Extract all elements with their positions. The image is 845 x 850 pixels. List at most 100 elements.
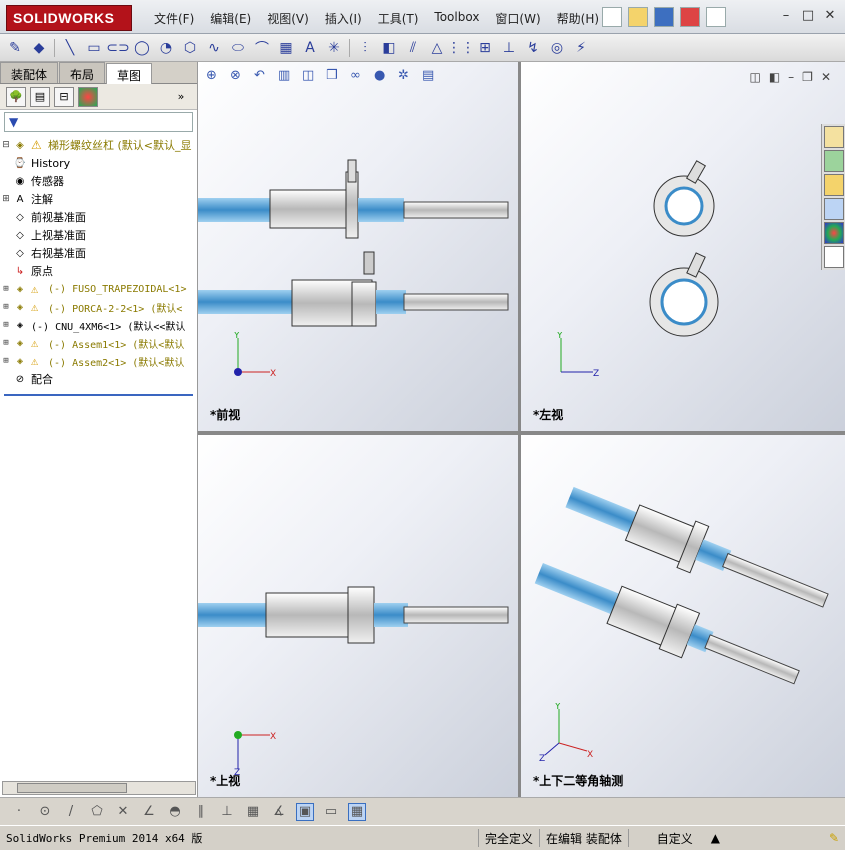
zoom-to-fit-icon[interactable]: ⊕ bbox=[206, 68, 224, 86]
tab-sketch[interactable]: 草图 bbox=[106, 63, 153, 84]
link-views-icon[interactable]: ◫ bbox=[749, 70, 760, 84]
open-folder-icon[interactable] bbox=[628, 7, 648, 27]
expand-icon[interactable]: ⊞ bbox=[0, 194, 12, 204]
menu-help[interactable]: 帮助(H) bbox=[549, 8, 607, 29]
tree-item-cnu[interactable]: ⊞ ◈ (-) CNU_4XM6<1> (默认<<默认 bbox=[0, 316, 197, 334]
feature-tree-icon[interactable]: 🌳 bbox=[6, 86, 26, 107]
new-document-icon[interactable] bbox=[602, 7, 622, 27]
menu-tools[interactable]: 工具(T) bbox=[370, 8, 427, 29]
home-icon[interactable] bbox=[824, 126, 844, 148]
tree-item-right-plane[interactable]: ◇ 右视基准面 bbox=[0, 244, 197, 262]
arc-icon[interactable]: ◔ bbox=[157, 39, 175, 57]
section-view-icon[interactable]: ▥ bbox=[278, 68, 296, 86]
quadrant-icon[interactable]: ◓ bbox=[166, 803, 184, 821]
line-icon[interactable]: ╲ bbox=[61, 39, 79, 57]
rapid-sketch-icon[interactable]: ⚡ bbox=[572, 39, 590, 57]
viewport-horizontal-splitter[interactable] bbox=[198, 431, 845, 435]
slot-icon[interactable]: ⊂⊃ bbox=[106, 39, 129, 57]
viewport-left[interactable]: YZ *左视 bbox=[521, 62, 845, 431]
expand-icon[interactable]: ⊞ bbox=[0, 302, 12, 312]
viewport-vertical-splitter[interactable] bbox=[518, 62, 521, 797]
tree-rollback-bar[interactable] bbox=[4, 394, 193, 396]
design-library-icon[interactable] bbox=[824, 150, 844, 172]
repair-icon[interactable]: ↯ bbox=[524, 39, 542, 57]
previous-view-icon[interactable]: ↶ bbox=[254, 68, 272, 86]
help-icon[interactable] bbox=[706, 7, 726, 27]
menu-window[interactable]: 窗口(W) bbox=[487, 8, 548, 29]
quick-snaps-icon[interactable]: ◎ bbox=[548, 39, 566, 57]
point-icon[interactable]: ✳ bbox=[325, 39, 343, 57]
parallel-icon[interactable]: ∥ bbox=[192, 803, 210, 821]
polygon-icon[interactable]: ⬡ bbox=[181, 39, 199, 57]
tree-item-porca[interactable]: ⊞ ◈ ⚠ (-) PORCA-2-2<1> (默认< bbox=[0, 298, 197, 316]
expand-icon[interactable]: ⊞ bbox=[0, 320, 12, 330]
tree-item-top-plane[interactable]: ◇ 上视基准面 bbox=[0, 226, 197, 244]
tile-views-icon[interactable]: ◧ bbox=[769, 70, 780, 84]
solidworks-logo[interactable]: SOLIDWORKS bbox=[6, 5, 132, 31]
relations-icon[interactable]: ⊥ bbox=[500, 39, 518, 57]
custom-properties-icon[interactable] bbox=[824, 246, 844, 268]
restore-icon[interactable]: □ bbox=[799, 8, 817, 24]
single-view-icon[interactable]: ▭ bbox=[322, 803, 340, 821]
expand-panel-icon[interactable]: » bbox=[171, 87, 191, 107]
menu-toolbox[interactable]: Toolbox bbox=[426, 8, 487, 29]
circle-icon[interactable]: ◯ bbox=[133, 39, 151, 57]
display-style-icon[interactable]: ❒ bbox=[326, 68, 344, 86]
intersection-icon[interactable]: ✕ bbox=[114, 803, 132, 821]
view-settings-icon[interactable]: ▤ bbox=[422, 68, 440, 86]
perpendicular-icon[interactable]: ⊥ bbox=[218, 803, 236, 821]
ellipse-icon[interactable]: ⬭ bbox=[229, 39, 247, 57]
rectangle-icon[interactable]: ▭ bbox=[85, 39, 103, 57]
expand-icon[interactable]: ⊞ bbox=[0, 338, 12, 348]
angle-icon[interactable]: ∡ bbox=[270, 803, 288, 821]
configuration-manager-icon[interactable]: ⊟ bbox=[54, 86, 74, 107]
tree-item-mates[interactable]: ⊘ 配合 bbox=[0, 370, 197, 388]
display-manager-icon[interactable] bbox=[78, 86, 98, 107]
offset-icon[interactable]: ⫽ bbox=[404, 39, 422, 57]
sketch-icon[interactable]: ✎ bbox=[6, 39, 24, 57]
center-icon[interactable]: ⊙ bbox=[36, 803, 54, 821]
text-icon[interactable]: A bbox=[301, 39, 319, 57]
view-palette-icon[interactable] bbox=[824, 198, 844, 220]
expand-icon[interactable]: ⊞ bbox=[0, 356, 12, 366]
grid-icon[interactable]: ▦ bbox=[244, 803, 262, 821]
graphics-area[interactable]: YX *前视 YZ *左视 ZX *上视 Y X Z *上下二等角轴测 bbox=[198, 62, 845, 797]
rebuild-icon[interactable] bbox=[680, 7, 700, 27]
expand-icon[interactable]: ⊞ bbox=[0, 284, 12, 294]
collapse-icon[interactable]: ⊟ bbox=[0, 140, 12, 150]
pattern-icon[interactable]: ⋮⋮ bbox=[447, 39, 475, 57]
four-view-icon[interactable]: ▦ bbox=[348, 802, 366, 821]
point-icon[interactable]: · bbox=[10, 803, 28, 821]
scrollbar-thumb[interactable] bbox=[17, 783, 127, 793]
view-orientation-icon[interactable]: ◫ bbox=[302, 68, 320, 86]
status-units[interactable]: 自定义 ▲ bbox=[627, 829, 748, 847]
appearances-icon[interactable] bbox=[824, 222, 844, 244]
save-icon[interactable] bbox=[654, 7, 674, 27]
trim-icon[interactable]: ⫶ bbox=[356, 39, 374, 57]
menu-view[interactable]: 视图(V) bbox=[259, 8, 317, 29]
scene-icon[interactable]: ✲ bbox=[398, 68, 416, 86]
move-icon[interactable]: ⊞ bbox=[476, 39, 494, 57]
tree-item-origin[interactable]: ↳ 原点 bbox=[0, 262, 197, 280]
minimize-icon[interactable]: – bbox=[777, 8, 795, 24]
menu-file[interactable]: 文件(F) bbox=[146, 8, 202, 29]
file-explorer-icon[interactable] bbox=[824, 174, 844, 196]
convert-icon[interactable]: ◧ bbox=[380, 39, 398, 57]
tree-item-assem1[interactable]: ⊞ ◈ ⚠ (-) Assem1<1> (默认<默认 bbox=[0, 334, 197, 352]
plane-icon[interactable]: ▦ bbox=[277, 39, 295, 57]
zoom-area-icon[interactable]: ⊗ bbox=[230, 68, 248, 86]
menu-edit[interactable]: 编辑(E) bbox=[202, 8, 259, 29]
tab-assembly[interactable]: 装配体 bbox=[0, 62, 59, 83]
menu-insert[interactable]: 插入(I) bbox=[317, 8, 370, 29]
polygon-icon[interactable]: ⬠ bbox=[88, 803, 106, 821]
spline-icon[interactable]: ∿ bbox=[205, 39, 223, 57]
smart-dimension-icon[interactable]: ◆ bbox=[30, 39, 48, 57]
tangent-icon[interactable]: ∠ bbox=[140, 803, 158, 821]
quick-tips-icon[interactable]: ✎ bbox=[823, 829, 845, 847]
tree-item-assem2[interactable]: ⊞ ◈ ⚠ (-) Assem2<1> (默认<默认 bbox=[0, 352, 197, 370]
viewport-restore-icon[interactable]: ❐ bbox=[802, 70, 813, 84]
tree-item-front-plane[interactable]: ◇ 前视基准面 bbox=[0, 208, 197, 226]
property-manager-icon[interactable]: ▤ bbox=[30, 86, 50, 107]
tree-item-annotations[interactable]: ⊞ A 注解 bbox=[0, 190, 197, 208]
tree-item-sensors[interactable]: ◉ 传感器 bbox=[0, 172, 197, 190]
